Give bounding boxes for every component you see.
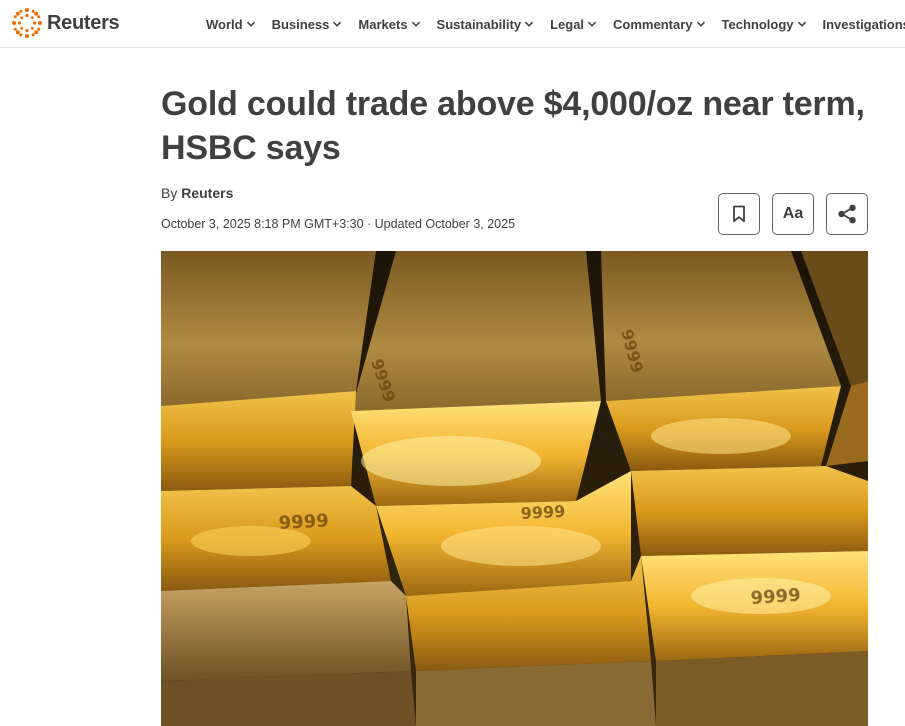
share-button[interactable] bbox=[826, 193, 868, 235]
chevron-down-icon bbox=[411, 21, 420, 27]
nav-item-label: Investigations bbox=[822, 16, 905, 32]
nav-item-world[interactable]: World bbox=[206, 17, 256, 32]
chevron-down-icon bbox=[246, 21, 255, 27]
nav-item-legal[interactable]: Legal bbox=[550, 17, 597, 32]
text-size-button[interactable]: Aa bbox=[772, 193, 814, 235]
nav-item-sustainability[interactable]: Sustainability bbox=[437, 17, 535, 32]
nav-item-technology[interactable]: Technology bbox=[722, 17, 807, 32]
bookmark-button[interactable] bbox=[718, 193, 760, 235]
main-nav: World Business Markets Sustainability Le… bbox=[206, 0, 905, 48]
bookmark-icon bbox=[733, 205, 745, 223]
article-byline: By Reuters bbox=[161, 185, 233, 201]
brand-name: Reuters bbox=[47, 11, 120, 34]
chevron-down-icon bbox=[797, 21, 806, 27]
nav-item-label: Legal bbox=[550, 16, 585, 32]
nav-item-business[interactable]: Business bbox=[272, 17, 343, 32]
stamp-9999: 9999 bbox=[520, 502, 565, 523]
top-row-bars bbox=[161, 251, 868, 411]
chevron-down-icon bbox=[588, 21, 597, 27]
nav-item-investigations[interactable]: Investigations bbox=[823, 17, 905, 32]
chevron-down-icon bbox=[333, 21, 342, 27]
nav-item-label: Sustainability bbox=[436, 16, 522, 32]
nav-item-label: Business bbox=[271, 16, 330, 32]
stamp-9999: 9999 bbox=[750, 585, 801, 609]
nav-item-label: Commentary bbox=[613, 16, 693, 32]
reuters-logo-icon bbox=[12, 8, 42, 38]
nav-item-markets[interactable]: Markets bbox=[358, 17, 420, 32]
chevron-down-icon bbox=[696, 21, 705, 27]
top-navigation-bar: Reuters World Business Markets Sustainab… bbox=[0, 0, 905, 48]
text-size-label: Aa bbox=[782, 205, 804, 222]
article-dateline: October 3, 2025 8:18 PM GMT+3:30 · Updat… bbox=[161, 217, 516, 231]
reuters-logo[interactable]: Reuters bbox=[11, 7, 120, 39]
byline-prefix: By bbox=[161, 185, 178, 201]
hero-image-gold-bars: 9999 9999 9999 9999 9999 bbox=[161, 251, 868, 726]
gold-bars-photo: 9999 9999 9999 9999 9999 bbox=[161, 251, 868, 726]
nav-item-label: World bbox=[206, 16, 243, 32]
chevron-down-icon bbox=[525, 21, 534, 27]
article-headline: Gold could trade above $4,000/oz near te… bbox=[161, 85, 865, 167]
author-link[interactable]: Reuters bbox=[181, 185, 233, 201]
nav-item-label: Markets bbox=[358, 16, 408, 32]
share-icon bbox=[838, 204, 856, 224]
nav-item-commentary[interactable]: Commentary bbox=[613, 17, 705, 32]
nav-item-label: Technology bbox=[721, 16, 794, 32]
stamp-9999: 9999 bbox=[278, 510, 329, 534]
